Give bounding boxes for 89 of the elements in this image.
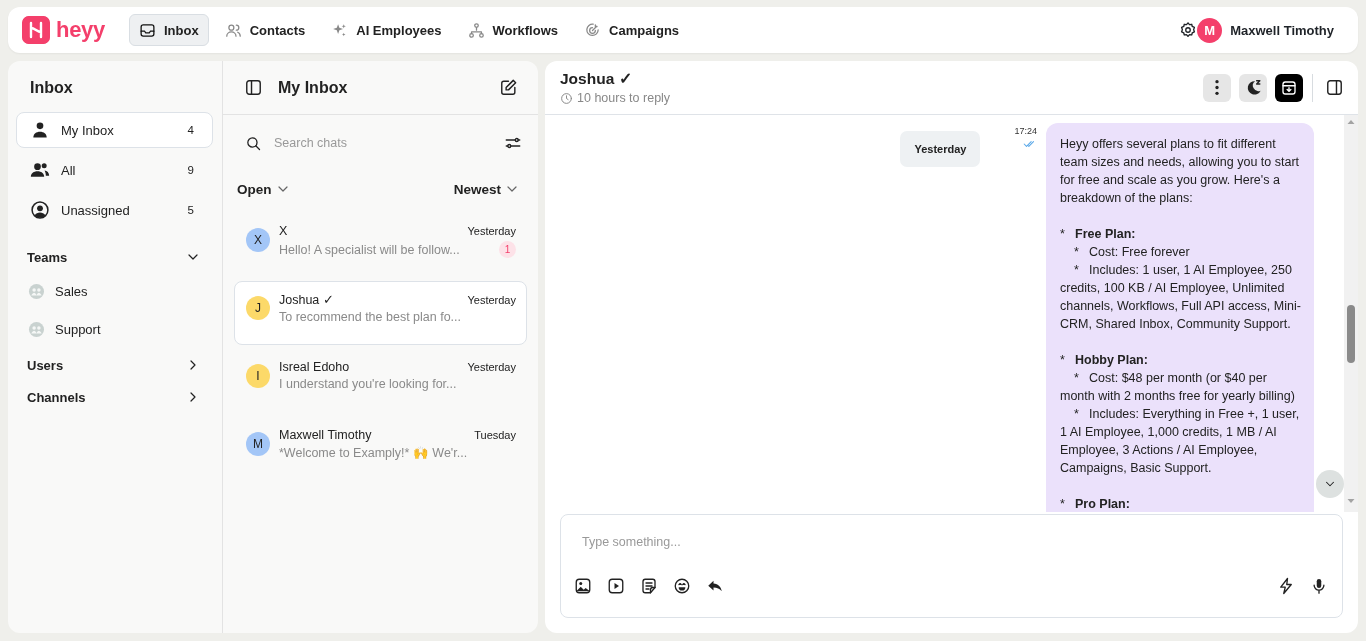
contact-avatar: M: [246, 432, 270, 456]
target-icon: [584, 21, 601, 39]
person-icon: [30, 120, 50, 140]
team-icon: [27, 281, 46, 301]
contact-name: Maxwell Timothy: [279, 428, 372, 442]
archive-icon: [1280, 78, 1298, 97]
bolt-icon: [1277, 577, 1295, 595]
chat-time: Yesterday: [467, 225, 516, 237]
logo-icon: [22, 16, 50, 44]
reply-time: 10 hours to reply: [577, 91, 671, 105]
search-field[interactable]: Search chats: [274, 136, 492, 150]
nav-tab[interactable]: Inbox: [128, 14, 209, 46]
user-name: Maxwell Timothy: [1230, 22, 1334, 38]
video-button[interactable]: [607, 577, 625, 595]
emoji-icon: [673, 577, 691, 595]
contact-avatar: X: [246, 228, 270, 252]
contact-name: X: [279, 224, 288, 238]
toggle-panel-button[interactable]: [1325, 78, 1344, 97]
status-dropdown[interactable]: Open: [237, 181, 291, 197]
chat-item[interactable]: M Maxwell Timothy Tuesday *Welcome to Examply!* 🙌 We'r...: [234, 417, 527, 481]
image-button[interactable]: [574, 577, 592, 595]
template-button[interactable]: [640, 577, 658, 595]
team-item[interactable]: Sales: [16, 276, 213, 306]
scrollbar[interactable]: [1344, 115, 1358, 512]
panel-icon: [1325, 78, 1344, 97]
message-preview: To recommend the best plan fo...: [279, 310, 462, 324]
brand-name: heyy: [56, 17, 105, 43]
section-header[interactable]: Channels: [16, 384, 213, 410]
section-header[interactable]: Teams: [16, 244, 213, 270]
plan-detail: * Includes: Everything in Free +, 1 user, 1 AI Employee, 1,000 credits, 1 MB / AI Employee, 3 Actions / AI Employee, Campaigns, Basic Support.: [1060, 406, 1301, 477]
user-circle-icon: [30, 200, 50, 220]
team-icon: [27, 319, 46, 339]
settings-button[interactable]: [1179, 21, 1198, 39]
message-preview: *Welcome to Examply!* 🙌 We'r...: [279, 445, 468, 460]
panel-icon: [244, 78, 263, 97]
settings-icon: [1179, 21, 1198, 39]
contact-name: Joshua ✓: [560, 70, 633, 88]
section-header[interactable]: Users: [16, 352, 213, 378]
chat-time: Tuesday: [474, 429, 516, 441]
plan-heading: * Pro Plan:: [1060, 496, 1131, 512]
sidebar-item[interactable]: Unassigned 5: [16, 192, 213, 228]
toggle-sidebar-button[interactable]: [244, 78, 263, 97]
nav-tab[interactable]: Workflows: [457, 14, 568, 46]
people-icon: [30, 160, 50, 180]
edit-icon: [499, 78, 518, 97]
contact-name: Joshua ✓: [279, 292, 334, 307]
plan-heading: * Hobby Plan:: [1060, 352, 1149, 369]
sidebar-item[interactable]: My Inbox 4: [16, 112, 213, 148]
clock-icon: [560, 91, 573, 105]
plan-heading: * Free Plan:: [1060, 226, 1137, 243]
note-icon: [640, 577, 658, 595]
search-icon: [245, 134, 262, 152]
contact-name: Isreal Edoho: [279, 360, 350, 374]
sidebar-title: Inbox: [30, 79, 74, 97]
nav-tab[interactable]: Contacts: [214, 14, 316, 46]
message-preview: Hello! A specialist will be follow...: [279, 242, 460, 257]
inbox-icon: [138, 21, 156, 39]
workflow-icon: [467, 21, 485, 39]
chat-time: Yesterday: [467, 361, 516, 373]
contact-avatar: I: [246, 364, 270, 388]
chat-item[interactable]: J Joshua ✓ Yesterday To recommend the best plan fo...: [234, 281, 527, 345]
nav-tab[interactable]: AI Employees: [321, 14, 452, 46]
message-time: 17:24: [1014, 126, 1037, 136]
new-chat-button[interactable]: [499, 78, 518, 97]
more-button[interactable]: [1203, 73, 1231, 102]
message-preview: I understand you're looking for...: [279, 377, 457, 391]
list-title: My Inbox: [278, 78, 349, 97]
video-icon: [607, 577, 625, 595]
archive-button[interactable]: [1275, 73, 1303, 102]
sidebar-item[interactable]: All 9: [16, 152, 213, 188]
plan-detail: * Cost: $48 per month (or $40 per month with 2 months free for yearly billing): [1060, 370, 1296, 405]
chat-item[interactable]: I Isreal Edoho Yesterday I understand you're looking for...: [234, 349, 527, 413]
quick-reply-button[interactable]: [1277, 577, 1295, 595]
contact-avatar: J: [246, 296, 270, 320]
snooze-button[interactable]: [1239, 73, 1267, 102]
message-text: Heyy offers several plans to fit different team sizes and needs, allowing you to start for free and scale as you grow. Here's a breakdown of the plans:: [1060, 136, 1301, 207]
sort-dropdown[interactable]: Newest: [453, 181, 520, 197]
image-icon: [574, 577, 592, 595]
date-separator: Yesterday: [900, 131, 981, 167]
plan-detail: * Includes: 1 user, 1 AI Employee, 250 credits, 100 KB / AI Employee, Unlimited channels, Workflows, Full API access, Mini-CRM, Shared Inbox, Community Support.: [1060, 262, 1302, 333]
plan-detail: * Cost: Free forever: [1073, 244, 1191, 261]
emoji-button[interactable]: [673, 577, 691, 595]
nav-tab[interactable]: Campaigns: [574, 14, 690, 46]
chat-time: Yesterday: [467, 293, 516, 306]
team-item[interactable]: Support: [16, 314, 213, 344]
chat-item[interactable]: X X Yesterday Hello! A specialist will be follow... 1: [234, 213, 527, 277]
unread-count: 1: [499, 241, 516, 258]
user-avatar[interactable]: M: [1197, 17, 1223, 43]
more-icon: [1215, 80, 1219, 95]
